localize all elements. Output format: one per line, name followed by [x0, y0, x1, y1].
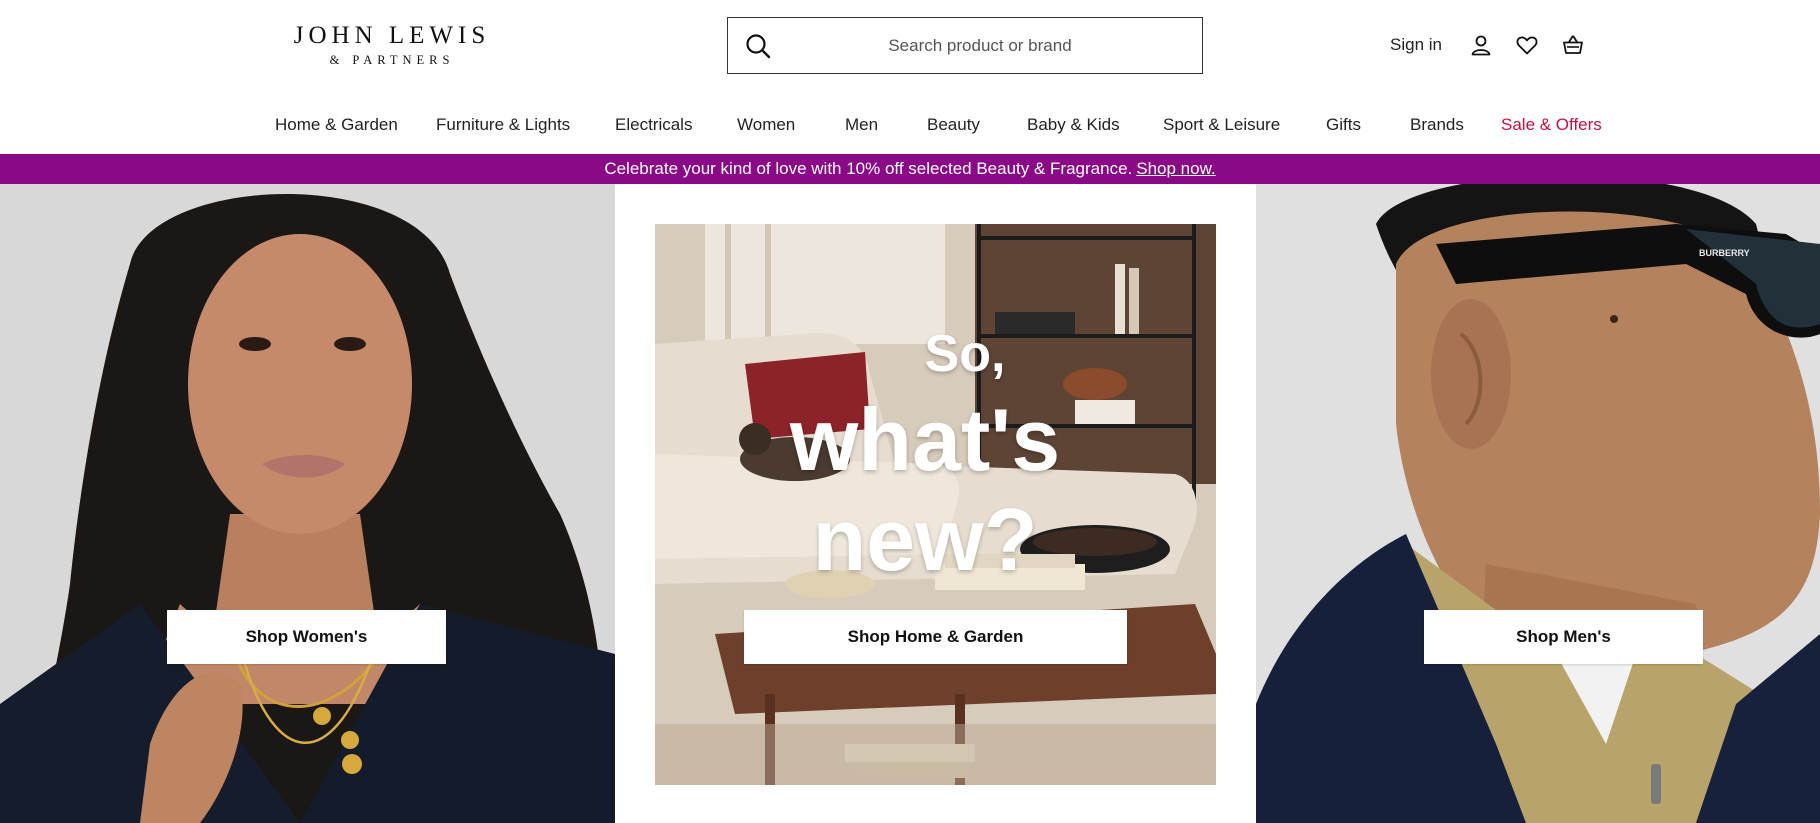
search-input[interactable]: Search product or brand — [728, 36, 1202, 56]
nav-item-sport-leisure[interactable]: Sport & Leisure — [1163, 115, 1280, 135]
promo-text: Celebrate your kind of love with 10% off… — [604, 159, 1133, 178]
nav-item-furniture-lights[interactable]: Furniture & Lights — [436, 115, 570, 135]
sign-in-link[interactable]: Sign in — [1390, 35, 1442, 55]
nav-item-gifts[interactable]: Gifts — [1326, 115, 1361, 135]
home-hero-panel[interactable]: So, what's new? Shop Home & Garden — [615, 184, 1256, 823]
headline-new: new? — [812, 490, 1038, 589]
headline-whats: what's — [789, 390, 1061, 489]
promo-shop-now-link[interactable]: Shop now. — [1136, 159, 1215, 178]
nav-item-baby-kids[interactable]: Baby & Kids — [1027, 115, 1120, 135]
burberry-logo-text: BURBERRY — [1699, 248, 1750, 258]
men-hero-panel[interactable]: BURBERRY Shop Men's — [1256, 184, 1820, 823]
main-navigation: Home & Garden Furniture & Lights Electri… — [0, 105, 1820, 145]
men-model-image: BURBERRY — [1256, 184, 1820, 823]
heart-icon[interactable] — [1510, 28, 1544, 62]
shop-home-garden-button[interactable]: Shop Home & Garden — [744, 610, 1127, 664]
promo-banner: Celebrate your kind of love with 10% off… — [0, 154, 1820, 184]
nav-item-home-garden[interactable]: Home & Garden — [275, 115, 398, 135]
nav-item-sale-offers[interactable]: Sale & Offers — [1501, 115, 1602, 135]
shop-mens-button[interactable]: Shop Men's — [1424, 610, 1703, 664]
nav-item-women[interactable]: Women — [737, 115, 795, 135]
account-area: Sign in — [1390, 28, 1590, 62]
living-room-image: So, what's new? — [655, 224, 1216, 785]
nav-item-electricals[interactable]: Electricals — [615, 115, 692, 135]
hero-section: Shop Women's So, what's new? Shop Home &… — [0, 184, 1820, 823]
shop-womens-button[interactable]: Shop Women's — [167, 610, 446, 664]
headline-so: So, — [924, 325, 1006, 383]
women-hero-panel[interactable]: Shop Women's — [0, 184, 615, 823]
nav-item-men[interactable]: Men — [845, 115, 878, 135]
nav-item-brands[interactable]: Brands — [1410, 115, 1464, 135]
site-header: JOHN LEWIS & PARTNERS Search product or … — [0, 0, 1820, 154]
logo-name-line1: JOHN LEWIS — [293, 22, 491, 49]
john-lewis-logo[interactable]: JOHN LEWIS & PARTNERS — [292, 22, 492, 68]
basket-icon[interactable] — [1556, 28, 1590, 62]
logo-name-line2: & PARTNERS — [329, 53, 455, 67]
search-box[interactable]: Search product or brand — [727, 17, 1203, 74]
women-model-image — [0, 184, 615, 823]
nav-item-beauty[interactable]: Beauty — [927, 115, 980, 135]
user-icon[interactable] — [1464, 28, 1498, 62]
